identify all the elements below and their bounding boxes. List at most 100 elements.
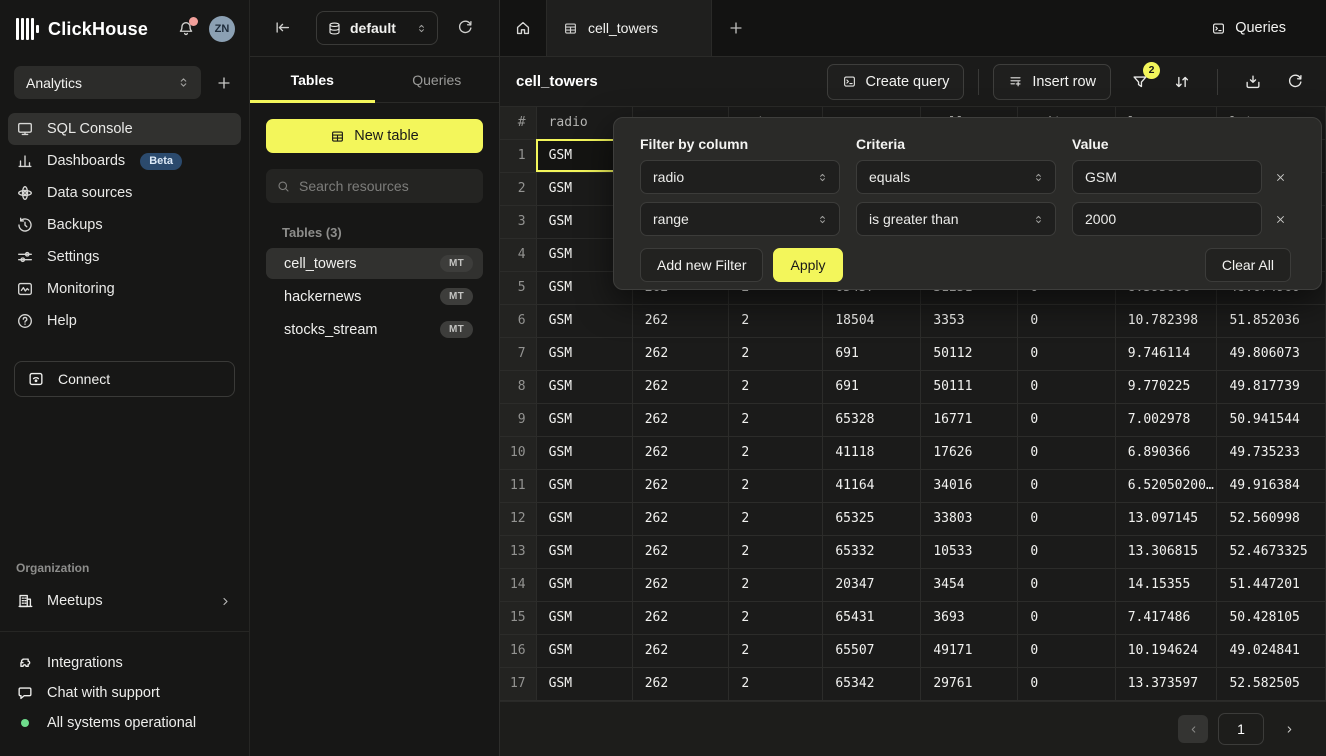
sidebar-item-sql-console[interactable]: SQL Console <box>8 113 241 145</box>
cell-lat[interactable]: 49.024841 <box>1217 634 1326 667</box>
cell-lon[interactable]: 13.097145 <box>1115 502 1217 535</box>
cell-area[interactable]: 691 <box>823 370 921 403</box>
cell-net[interactable]: 2 <box>729 601 823 634</box>
refresh-tables-icon[interactable] <box>456 19 474 37</box>
cell-cell[interactable]: 29761 <box>921 667 1018 700</box>
filter-value-input[interactable] <box>1072 202 1262 236</box>
apply-filter-button[interactable]: Apply <box>773 248 842 282</box>
cell-net[interactable]: 2 <box>729 436 823 469</box>
cell-cell[interactable]: 3353 <box>921 304 1018 337</box>
cell-net[interactable]: 2 <box>729 667 823 700</box>
filter-value-input[interactable] <box>1072 160 1262 194</box>
cell-unit[interactable]: 0 <box>1018 568 1115 601</box>
filter-criteria-select[interactable]: is greater than <box>856 202 1056 236</box>
cell-radio[interactable]: GSM <box>536 535 632 568</box>
table-list-item-hackernews[interactable]: hackernewsMT <box>266 281 483 312</box>
cell-mcc[interactable]: 262 <box>632 601 729 634</box>
cell-area[interactable]: 41118 <box>823 436 921 469</box>
cell-net[interactable]: 2 <box>729 502 823 535</box>
tab-cell-towers[interactable]: cell_towers <box>547 0 712 56</box>
remove-filter-button[interactable] <box>1267 164 1293 190</box>
cell-mcc[interactable]: 262 <box>632 337 729 370</box>
new-table-button[interactable]: New table <box>266 119 483 153</box>
cell-lon[interactable]: 14.15355 <box>1115 568 1217 601</box>
sidebar-item-chat-with-support[interactable]: Chat with support <box>16 678 233 708</box>
cell-net[interactable]: 2 <box>729 568 823 601</box>
cell-lat[interactable]: 52.560998 <box>1217 502 1326 535</box>
filter-criteria-select[interactable]: equals <box>856 160 1056 194</box>
cell-unit[interactable]: 0 <box>1018 469 1115 502</box>
cell-lon[interactable]: 6.52050200… <box>1115 469 1217 502</box>
cell-cell[interactable]: 49171 <box>921 634 1018 667</box>
cell-cell[interactable]: 16771 <box>921 403 1018 436</box>
insert-row-button[interactable]: Insert row <box>993 64 1111 100</box>
sidebar-item-integrations[interactable]: Integrations <box>16 648 233 678</box>
sort-button[interactable] <box>1169 69 1195 95</box>
cell-net[interactable]: 2 <box>729 370 823 403</box>
cell-cell[interactable]: 10533 <box>921 535 1018 568</box>
cell-unit[interactable]: 0 <box>1018 370 1115 403</box>
sidebar-item-dashboards[interactable]: DashboardsBeta <box>8 145 241 177</box>
cell-lat[interactable]: 49.735233 <box>1217 436 1326 469</box>
filter-column-select[interactable]: range <box>640 202 840 236</box>
prev-page-button[interactable] <box>1178 715 1208 743</box>
cell-net[interactable]: 2 <box>729 634 823 667</box>
cell-area[interactable]: 65325 <box>823 502 921 535</box>
cell-unit[interactable]: 0 <box>1018 535 1115 568</box>
cell-net[interactable]: 2 <box>729 304 823 337</box>
cell-mcc[interactable]: 262 <box>632 469 729 502</box>
cell-lat[interactable]: 49.916384 <box>1217 469 1326 502</box>
cell-cell[interactable]: 3454 <box>921 568 1018 601</box>
cell-lat[interactable]: 52.4673325 <box>1217 535 1326 568</box>
cell-cell[interactable]: 17626 <box>921 436 1018 469</box>
cell-radio[interactable]: GSM <box>536 667 632 700</box>
cell-lon[interactable]: 10.782398 <box>1115 304 1217 337</box>
cell-unit[interactable]: 0 <box>1018 502 1115 535</box>
home-button[interactable] <box>500 0 547 56</box>
cell-area[interactable]: 65328 <box>823 403 921 436</box>
cell-radio[interactable]: GSM <box>536 469 632 502</box>
cell-mcc[interactable]: 262 <box>632 568 729 601</box>
cell-radio[interactable]: GSM <box>536 436 632 469</box>
new-tab-button[interactable] <box>712 0 760 56</box>
cell-area[interactable]: 41164 <box>823 469 921 502</box>
cell-unit[interactable]: 0 <box>1018 304 1115 337</box>
sidebar-item-help[interactable]: Help <box>8 305 241 337</box>
cell-unit[interactable]: 0 <box>1018 667 1115 700</box>
cell-lon[interactable]: 9.770225 <box>1115 370 1217 403</box>
add-filter-button[interactable]: Add new Filter <box>640 248 763 282</box>
download-button[interactable] <box>1240 69 1266 95</box>
cell-lat[interactable]: 50.941544 <box>1217 403 1326 436</box>
cell-cell[interactable]: 50111 <box>921 370 1018 403</box>
clear-filters-button[interactable]: Clear All <box>1205 248 1291 282</box>
cell-lon[interactable]: 6.890366 <box>1115 436 1217 469</box>
cell-mcc[interactable]: 262 <box>632 403 729 436</box>
table-list-item-stocks_stream[interactable]: stocks_streamMT <box>266 314 483 345</box>
cell-lon[interactable]: 13.306815 <box>1115 535 1217 568</box>
cell-cell[interactable]: 50112 <box>921 337 1018 370</box>
cell-area[interactable]: 65431 <box>823 601 921 634</box>
cell-radio[interactable]: GSM <box>536 502 632 535</box>
remove-filter-button[interactable] <box>1267 206 1293 232</box>
cell-unit[interactable]: 0 <box>1018 436 1115 469</box>
cell-net[interactable]: 2 <box>729 535 823 568</box>
workspace-select[interactable]: Analytics <box>14 66 201 99</box>
cell-lat[interactable]: 49.817739 <box>1217 370 1326 403</box>
cell-net[interactable]: 2 <box>729 403 823 436</box>
cell-lat[interactable]: 51.852036 <box>1217 304 1326 337</box>
cell-unit[interactable]: 0 <box>1018 634 1115 667</box>
cell-unit[interactable]: 0 <box>1018 403 1115 436</box>
cell-radio[interactable]: GSM <box>536 601 632 634</box>
cell-area[interactable]: 65342 <box>823 667 921 700</box>
cell-radio[interactable]: GSM <box>536 634 632 667</box>
cell-area[interactable]: 18504 <box>823 304 921 337</box>
cell-lon[interactable]: 10.194624 <box>1115 634 1217 667</box>
cell-radio[interactable]: GSM <box>536 568 632 601</box>
cell-net[interactable]: 2 <box>729 337 823 370</box>
cell-unit[interactable]: 0 <box>1018 601 1115 634</box>
cell-mcc[interactable]: 262 <box>632 370 729 403</box>
connect-button[interactable]: Connect <box>14 361 235 397</box>
cell-mcc[interactable]: 262 <box>632 304 729 337</box>
avatar[interactable]: ZN <box>209 16 235 42</box>
cell-mcc[interactable]: 262 <box>632 634 729 667</box>
